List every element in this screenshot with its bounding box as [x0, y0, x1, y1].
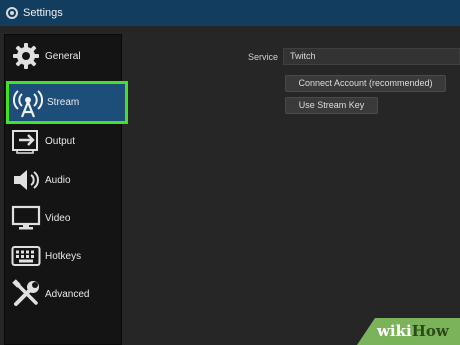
title-bar: Settings	[0, 0, 460, 26]
service-label: Service	[247, 52, 278, 62]
settings-sidebar: General Stream Output Audio Video Hotkey…	[4, 34, 128, 345]
watermark-text: wikiHow	[377, 322, 449, 340]
window-title: Settings	[23, 7, 63, 19]
wikihow-watermark: wikiHow	[357, 318, 460, 345]
sidebar-item-label: Stream	[47, 97, 80, 108]
sidebar-item-label: Video	[45, 212, 71, 224]
sidebar-item-label: Advanced	[45, 288, 90, 300]
sidebar-item-label: Audio	[45, 174, 71, 186]
sidebar-item-label: Output	[45, 135, 76, 147]
monitor-icon	[11, 203, 41, 233]
obs-logo-icon	[6, 7, 18, 19]
sidebar-item-video[interactable]: Video	[5, 201, 123, 235]
gear-icon	[11, 41, 41, 71]
sidebar-item-general[interactable]: General	[5, 39, 123, 73]
sidebar-item-label: Hotkeys	[45, 250, 82, 262]
broadcast-antenna-icon	[13, 88, 43, 118]
sidebar-item-label: General	[45, 50, 81, 62]
watermark-wiki: wiki	[377, 322, 412, 340]
sidebar-item-audio[interactable]: Audio	[5, 163, 123, 197]
sidebar-item-advanced[interactable]: Advanced	[5, 277, 123, 311]
connect-account-button[interactable]: Connect Account (recommended)	[285, 75, 446, 92]
watermark-how: How	[411, 322, 449, 340]
sidebar-item-hotkeys[interactable]: Hotkeys	[5, 239, 123, 273]
speaker-icon	[11, 165, 41, 195]
service-select[interactable]: Twitch	[283, 48, 460, 65]
output-icon	[11, 126, 41, 156]
sidebar-item-output[interactable]: Output	[5, 124, 123, 158]
tools-icon	[11, 279, 41, 309]
sidebar-item-stream[interactable]: Stream	[6, 81, 128, 124]
settings-window: General Stream Output Audio Video Hotkey…	[0, 26, 460, 345]
keyboard-icon	[11, 241, 41, 271]
use-stream-key-button[interactable]: Use Stream Key	[285, 97, 378, 114]
